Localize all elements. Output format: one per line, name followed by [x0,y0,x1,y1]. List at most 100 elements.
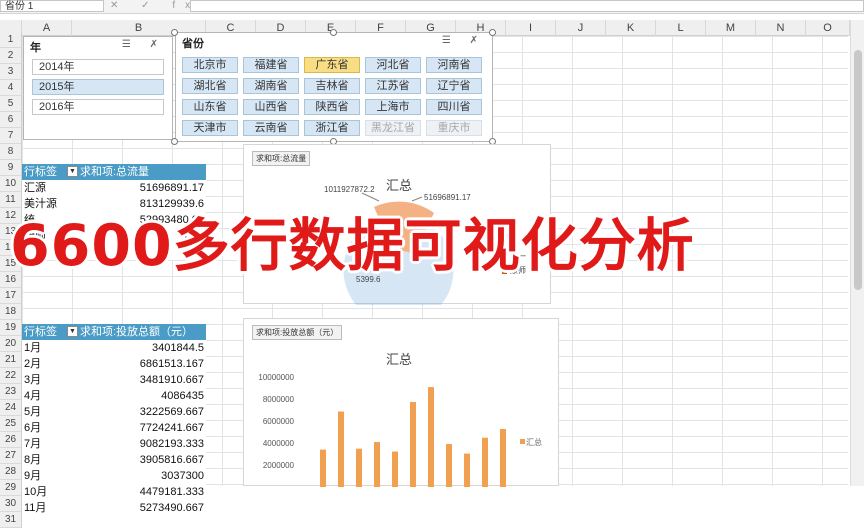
row-header[interactable]: 30 [0,496,22,512]
formula-icons[interactable]: ✕ ✓ fx [110,0,200,11]
pivot-row[interactable]: 6月 7724241.667 [22,420,206,436]
row-header[interactable]: 4 [0,80,22,96]
formula-input[interactable] [190,0,864,12]
slicer-item-2015[interactable]: 2015年 [32,79,164,95]
row-header[interactable]: 28 [0,464,22,480]
value-field-header: 求和项:投放总额（元） [80,326,194,338]
pivot-row[interactable]: 3月 3481910.667 [22,372,206,388]
row-header[interactable]: 5 [0,96,22,112]
name-box[interactable]: 省份 1 [0,0,104,12]
row-header[interactable]: 29 [0,480,22,496]
pivot-header: 行标签 ▼ 求和项:总流量 [22,164,206,180]
slicer-item-province[interactable]: 黑龙江省 [365,120,421,136]
province-slicer[interactable]: 省份 ☰ ✗ 北京市 福建省 广东省 河北省 河南省 湖北省 湖南省 吉林省 江苏省 辽宁省 山东省… [175,32,493,142]
slicer-item-province[interactable]: 吉林省 [304,78,360,94]
row-header[interactable]: 8 [0,144,22,160]
slicer-item-province[interactable]: 广东省 [304,57,360,73]
column-header[interactable]: A [22,20,72,36]
slicer-item-2016[interactable]: 2016年 [32,99,164,115]
row-header[interactable]: 6 [0,112,22,128]
row-header[interactable]: 21 [0,352,22,368]
pivot-row[interactable]: 10月 4479181.333 [22,484,206,500]
slicer-item-province[interactable]: 陕西省 [304,99,360,115]
row-header[interactable]: 31 [0,512,22,528]
slicer-item-province[interactable]: 云南省 [243,120,299,136]
row-header[interactable]: 7 [0,128,22,144]
row-header[interactable]: 2 [0,48,22,64]
pivot-row[interactable]: 9月 3037300 [22,468,206,484]
slicer-item-province[interactable]: 江苏省 [365,78,421,94]
row-header[interactable]: 18 [0,304,22,320]
slicer-item-province[interactable]: 山东省 [182,99,238,115]
slicer-item-province[interactable]: 重庆市 [426,120,482,136]
slicer-item-province[interactable]: 湖北省 [182,78,238,94]
pivot-row[interactable]: 4月 4086435 [22,388,206,404]
pivot-row[interactable]: 汇源 51696891.17 [22,180,206,196]
row-header[interactable]: 3 [0,64,22,80]
row-header[interactable]: 19 [0,320,22,336]
row-header[interactable]: 9 [0,160,22,176]
bar[interactable] [356,448,362,487]
bar[interactable] [446,444,452,487]
bar[interactable] [320,449,326,487]
pivot-header: 行标签 ▼ 求和项:投放总额（元） [22,324,206,340]
slicer-item-province[interactable]: 浙江省 [304,120,360,136]
slicer-item-province[interactable]: 上海市 [365,99,421,115]
pivot-row[interactable]: 11月 5273490.667 [22,500,206,516]
bar[interactable] [338,411,344,487]
row-header[interactable]: 1 [0,32,22,48]
column-header[interactable]: I [506,20,556,36]
column-header[interactable]: M [706,20,756,36]
column-header[interactable]: L [656,20,706,36]
year-slicer[interactable]: 年 ☰ ✗ 2014年 2015年 2016年 [23,36,173,140]
pivot-row-label: 7月 [24,438,42,450]
bar[interactable] [500,428,506,487]
bar[interactable] [482,437,488,487]
bar[interactable] [392,451,398,487]
slicer-item-province[interactable]: 北京市 [182,57,238,73]
resize-handle[interactable] [330,29,337,36]
slicer-item-province[interactable]: 湖南省 [243,78,299,94]
pivot-row[interactable]: 7月 9082193.333 [22,436,206,452]
column-header[interactable]: N [756,20,806,36]
pivot-row[interactable]: 2月 6861513.167 [22,356,206,372]
bar[interactable] [464,453,470,487]
row-header[interactable]: 24 [0,400,22,416]
column-header[interactable]: K [606,20,656,36]
scrollbar-thumb[interactable] [854,50,862,290]
slicer-item-province[interactable]: 辽宁省 [426,78,482,94]
resize-handle[interactable] [171,29,178,36]
pivot-row-label: 汇源 [24,182,46,194]
column-header[interactable]: O [806,20,850,36]
slicer-item-province[interactable]: 河北省 [365,57,421,73]
filter-dropdown-icon[interactable]: ▼ [67,326,78,337]
slicer-item-province[interactable]: 福建省 [243,57,299,73]
pivot-row[interactable]: 1月 3401844.5 [22,340,206,356]
resize-handle[interactable] [171,138,178,145]
resize-handle[interactable] [489,29,496,36]
bar[interactable] [410,402,416,487]
slicer-filter-icons[interactable]: ☰ ✗ [442,35,486,46]
row-header[interactable]: 17 [0,288,22,304]
slicer-item-province[interactable]: 天津市 [182,120,238,136]
slicer-item-2014[interactable]: 2014年 [32,59,164,75]
row-header[interactable]: 22 [0,368,22,384]
row-header[interactable]: 27 [0,448,22,464]
slicer-filter-icons[interactable]: ☰ ✗ [122,39,166,50]
row-header[interactable]: 23 [0,384,22,400]
pivot-row[interactable]: 5月 3222569.667 [22,404,206,420]
bar[interactable] [374,442,380,487]
bar[interactable] [428,387,434,487]
slicer-item-province[interactable]: 山西省 [243,99,299,115]
slicer-item-province[interactable]: 河南省 [426,57,482,73]
row-header[interactable]: 26 [0,432,22,448]
pivot-row[interactable]: 8月 3905816.667 [22,452,206,468]
row-header[interactable]: 25 [0,416,22,432]
slicer-item-province[interactable]: 四川省 [426,99,482,115]
filter-dropdown-icon[interactable]: ▼ [67,166,78,177]
column-header[interactable]: J [556,20,606,36]
vertical-scrollbar[interactable] [850,20,864,486]
bar-chart[interactable]: 求和项:投放总额（元） 汇总 10000000 8000000 6000000 400… [243,318,559,487]
row-header[interactable]: 10 [0,176,22,192]
row-header[interactable]: 20 [0,336,22,352]
